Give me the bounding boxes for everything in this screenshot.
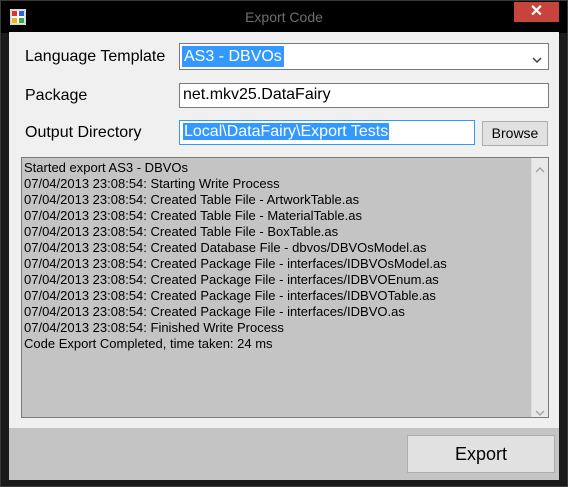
- language-template-value: AS3 - DBVOs: [182, 46, 284, 67]
- scroll-down-icon[interactable]: [535, 404, 545, 416]
- log-line: 07/04/2013 23:08:54: Finished Write Proc…: [24, 320, 284, 335]
- log-line: Started export AS3 - DBVOs: [24, 160, 189, 175]
- log-lines: Started export AS3 - DBVOs 07/04/2013 23:…: [24, 160, 530, 352]
- log-line: 07/04/2013 23:08:54: Created Package Fil…: [24, 272, 439, 287]
- dialog-body: Language Template AS3 - DBVOs Package ne…: [9, 32, 559, 480]
- output-directory-value: Local\DataFairy\Export Tests: [183, 123, 390, 140]
- log-line: 07/04/2013 23:08:54: Starting Write Proc…: [24, 176, 280, 191]
- export-button[interactable]: Export: [407, 435, 555, 473]
- language-template-label: Language Template: [25, 48, 166, 65]
- output-directory-input[interactable]: Local\DataFairy\Export Tests: [179, 120, 475, 145]
- log-line: 07/04/2013 23:08:54: Created Table File …: [24, 208, 362, 223]
- log-line: 07/04/2013 23:08:54: Created Database Fi…: [24, 240, 427, 255]
- log-line: 07/04/2013 23:08:54: Created Package Fil…: [24, 288, 436, 303]
- package-label: Package: [25, 87, 88, 104]
- close-button[interactable]: ✕: [514, 2, 559, 22]
- log-line: 07/04/2013 23:08:54: Created Table File …: [24, 224, 339, 239]
- log-line: Code Export Completed, time taken: 24 ms: [24, 336, 273, 351]
- log-line: 07/04/2013 23:08:54: Created Package Fil…: [24, 304, 405, 319]
- output-directory-label: Output Directory: [25, 124, 142, 141]
- scroll-up-icon[interactable]: [535, 161, 545, 173]
- export-log[interactable]: Started export AS3 - DBVOs 07/04/2013 23:…: [21, 157, 549, 418]
- button-bar: Export: [9, 428, 559, 480]
- language-template-select[interactable]: AS3 - DBVOs: [179, 43, 549, 70]
- export-code-window: Export Code ✕ Language Template AS3 - DB…: [0, 0, 568, 487]
- log-scrollbar[interactable]: [531, 158, 548, 417]
- window-title: Export Code: [245, 9, 323, 25]
- package-input[interactable]: net.mkv25.DataFairy: [179, 83, 549, 108]
- title-bar[interactable]: Export Code ✕: [1, 1, 567, 33]
- browse-button[interactable]: Browse: [482, 121, 548, 146]
- log-line: 07/04/2013 23:08:54: Created Package Fil…: [24, 256, 447, 271]
- chevron-down-icon[interactable]: [532, 52, 542, 64]
- log-line: 07/04/2013 23:08:54: Created Table File …: [24, 192, 360, 207]
